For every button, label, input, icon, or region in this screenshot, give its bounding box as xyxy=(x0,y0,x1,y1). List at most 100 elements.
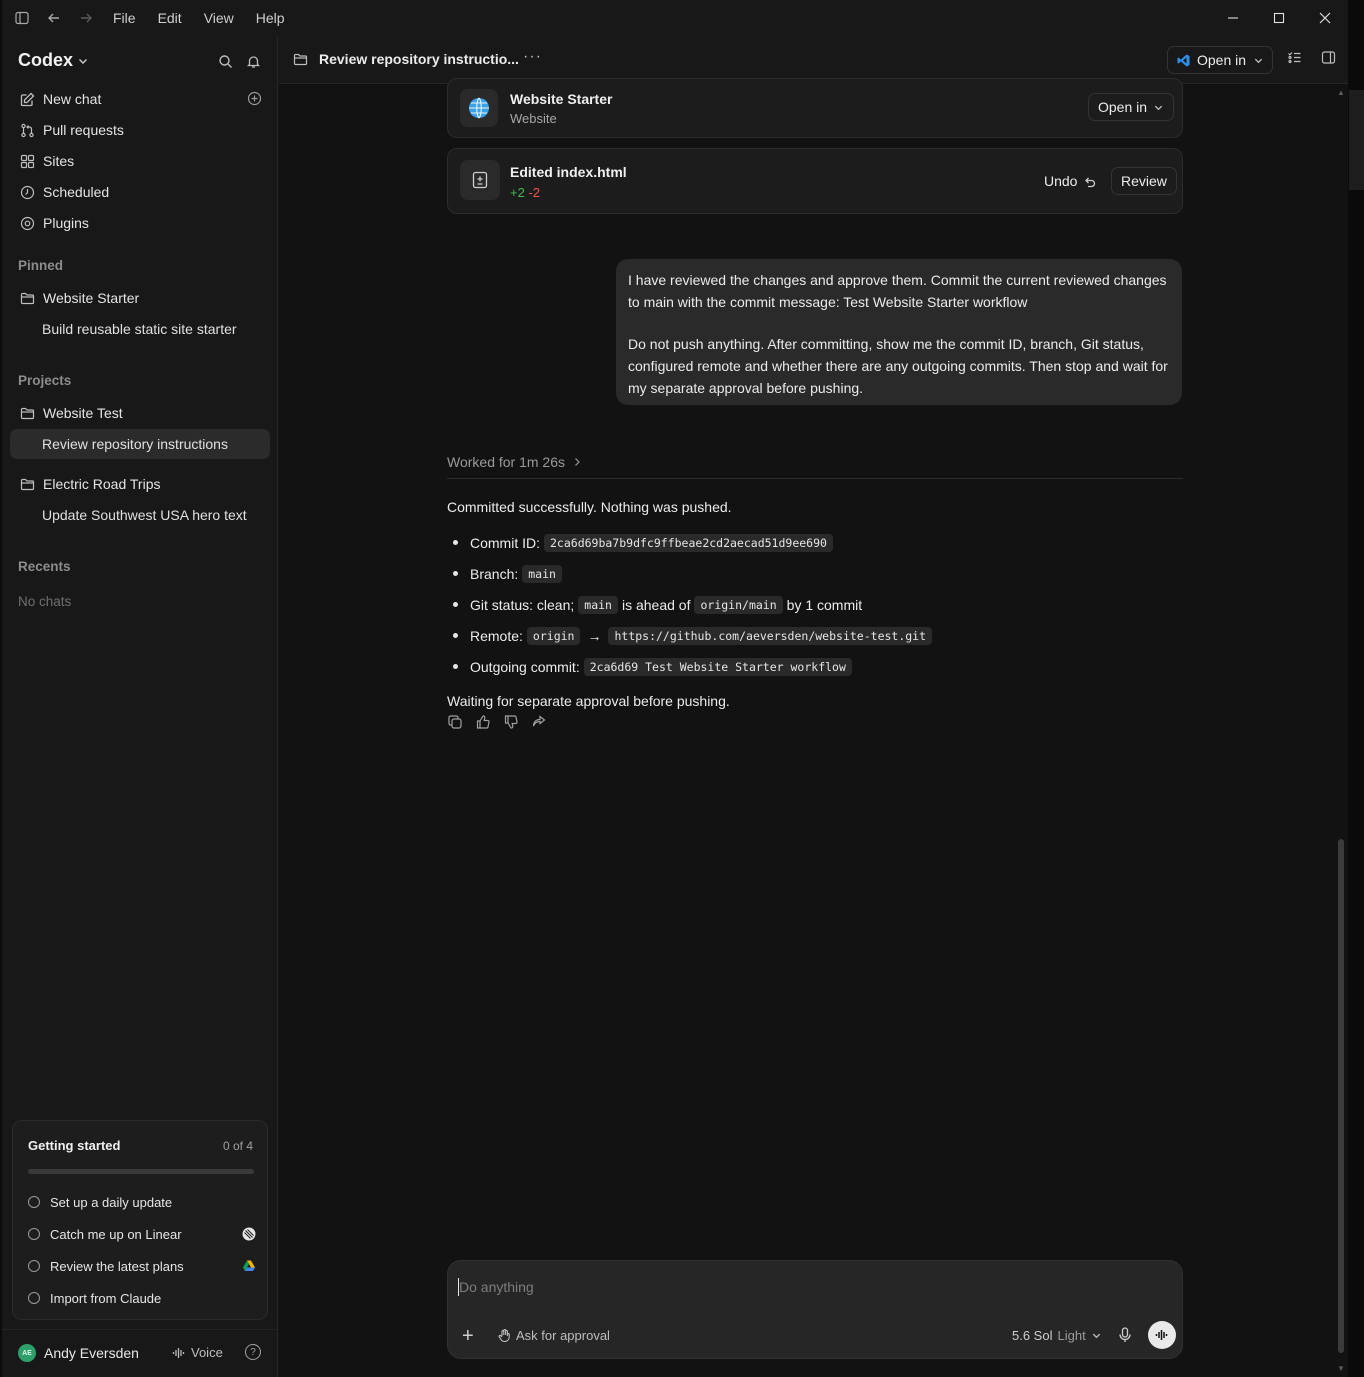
nav-scheduled[interactable]: Scheduled xyxy=(10,177,270,207)
open-in-label: Open in xyxy=(1197,52,1247,68)
getting-started-progress xyxy=(28,1169,254,1174)
remote-url-code: https://github.com/aeversden/website-tes… xyxy=(608,626,933,645)
toggle-panel-icon[interactable] xyxy=(1321,50,1336,65)
gs-item-label: Review the latest plans xyxy=(50,1258,184,1274)
model-variant: Light xyxy=(1057,1328,1086,1343)
new-chat-button[interactable]: New chat xyxy=(10,84,270,114)
title-bar: File Edit View Help xyxy=(2,0,1348,36)
clock-icon xyxy=(19,184,35,200)
thumbs-up-icon[interactable] xyxy=(475,714,491,730)
menu-file[interactable]: File xyxy=(102,0,147,36)
project-website-test[interactable]: Website Test xyxy=(10,398,270,428)
list-item: Commit ID: 2ca6d69ba7b9dfc9ffbeae2cd2aec… xyxy=(447,527,1183,558)
forward-arrow-icon[interactable] xyxy=(70,0,102,36)
more-options-icon[interactable]: ··· xyxy=(523,48,542,66)
worked-duration-toggle[interactable]: Worked for 1m 26s xyxy=(447,454,582,470)
getting-started-card: Getting started 0 of 4 Set up a daily up… xyxy=(12,1120,268,1320)
thumbs-down-icon[interactable] xyxy=(503,714,519,730)
maximize-button[interactable] xyxy=(1256,0,1302,36)
site-card: Website Starter Website Open in xyxy=(447,78,1183,138)
item-text: by 1 commit xyxy=(786,596,863,613)
commit-id-code: 2ca6d69ba7b9dfc9ffbeae2cd2aecad51d9ee690 xyxy=(544,533,833,552)
review-button[interactable]: Review xyxy=(1111,167,1177,195)
voice-mode-button[interactable] xyxy=(1148,1321,1176,1349)
sidebar-footer: AE Andy Eversden Voice ? xyxy=(2,1329,278,1377)
microphone-icon[interactable] xyxy=(1118,1327,1132,1343)
avatar[interactable]: AE xyxy=(18,1344,36,1362)
user-message-paragraph: I have reviewed the changes and approve … xyxy=(628,272,1167,310)
nav-plugins[interactable]: Plugins xyxy=(10,208,270,238)
menu-view[interactable]: View xyxy=(193,0,245,36)
add-attachment-icon[interactable]: + xyxy=(462,1326,474,1346)
pinned-project-website-starter[interactable]: Website Starter xyxy=(10,283,270,313)
menu-help[interactable]: Help xyxy=(245,0,296,36)
model-name: 5.6 Sol xyxy=(1012,1328,1053,1343)
radio-icon[interactable] xyxy=(28,1260,40,1272)
close-window-button[interactable] xyxy=(1302,0,1348,36)
gs-item-label: Catch me up on Linear xyxy=(50,1226,182,1242)
radio-icon[interactable] xyxy=(28,1196,40,1208)
folder-icon xyxy=(19,405,35,421)
share-icon[interactable] xyxy=(531,714,547,730)
add-circle-icon[interactable] xyxy=(247,91,262,106)
nav-label: Sites xyxy=(43,153,75,169)
user-name[interactable]: Andy Eversden xyxy=(44,1345,139,1361)
nav-label: Pull requests xyxy=(43,122,124,138)
project-electric-road-trips[interactable]: Electric Road Trips xyxy=(10,469,270,499)
project-label: Website Starter xyxy=(43,290,140,306)
gs-item-linear[interactable]: Catch me up on Linear xyxy=(28,1223,258,1245)
review-label: Review xyxy=(1121,173,1167,189)
message-actions xyxy=(447,714,547,730)
waveform-icon xyxy=(172,1347,186,1359)
open-in-button[interactable]: Open in xyxy=(1167,46,1273,74)
additions-count: +2 xyxy=(510,185,525,200)
user-message-paragraph: Do not push anything. After committing, … xyxy=(628,336,1168,396)
workspace-switcher[interactable]: Codex xyxy=(18,50,89,71)
projects-heading: Projects xyxy=(18,373,72,388)
thread-review-repository-instructions[interactable]: Review repository instructions xyxy=(10,429,270,459)
upstream-code: origin/main xyxy=(694,595,783,614)
gs-item-label: Import from Claude xyxy=(50,1290,162,1306)
bell-icon[interactable] xyxy=(242,50,264,72)
folder-icon xyxy=(293,52,308,67)
thread-update-southwest-hero[interactable]: Update Southwest USA hero text xyxy=(10,500,270,530)
help-icon[interactable]: ? xyxy=(245,1344,261,1360)
project-label: Website Test xyxy=(43,405,123,421)
nav-pull-requests[interactable]: Pull requests xyxy=(10,115,270,145)
radio-icon[interactable] xyxy=(28,1292,40,1304)
site-open-in-button[interactable]: Open in xyxy=(1088,93,1175,121)
pinned-heading: Pinned xyxy=(18,258,64,273)
gs-item-latest-plans[interactable]: Review the latest plans xyxy=(28,1255,258,1277)
response-intro: Committed successfully. Nothing was push… xyxy=(447,499,732,515)
copy-icon[interactable] xyxy=(447,714,463,730)
outgoing-commit-code: 2ca6d69 Test Website Starter workflow xyxy=(583,657,852,676)
hand-icon xyxy=(498,1329,511,1342)
model-selector[interactable]: 5.6 Sol Light xyxy=(1012,1328,1102,1343)
radio-icon[interactable] xyxy=(28,1228,40,1240)
item-label: Git status: clean; xyxy=(470,596,575,613)
minimize-button[interactable] xyxy=(1210,0,1256,36)
scroll-down-arrow-icon[interactable]: ▼ xyxy=(1337,1364,1345,1373)
scroll-up-arrow-icon[interactable]: ▲ xyxy=(1337,88,1345,97)
scrollbar-thumb[interactable] xyxy=(1338,839,1344,1353)
getting-started-count: 0 of 4 xyxy=(222,1139,253,1153)
nav-sites[interactable]: Sites xyxy=(10,146,270,176)
prompt-input[interactable]: Do anything xyxy=(458,1275,1158,1299)
edited-file-title: Edited index.html xyxy=(510,164,627,180)
gs-item-import-claude[interactable]: Import from Claude xyxy=(28,1287,258,1309)
undo-button[interactable]: Undo xyxy=(1034,167,1106,195)
voice-label: Voice xyxy=(191,1345,223,1360)
gs-item-daily-update[interactable]: Set up a daily update xyxy=(28,1191,258,1213)
task-list-icon[interactable] xyxy=(1287,50,1302,65)
composer: Do anything + Ask for approval 5.6 Sol L… xyxy=(447,1260,1183,1359)
plugin-icon xyxy=(19,215,35,231)
list-item: Git status: clean; main is ahead of orig… xyxy=(447,589,1183,620)
voice-button[interactable]: Voice xyxy=(172,1345,223,1360)
sites-icon xyxy=(19,153,35,169)
approval-mode-button[interactable]: Ask for approval xyxy=(498,1328,610,1343)
thread-build-static-site[interactable]: Build reusable static site starter xyxy=(10,314,270,344)
back-arrow-icon[interactable] xyxy=(38,0,70,36)
toggle-sidebar-icon[interactable] xyxy=(6,0,38,36)
menu-edit[interactable]: Edit xyxy=(147,0,193,36)
search-icon[interactable] xyxy=(214,50,236,72)
